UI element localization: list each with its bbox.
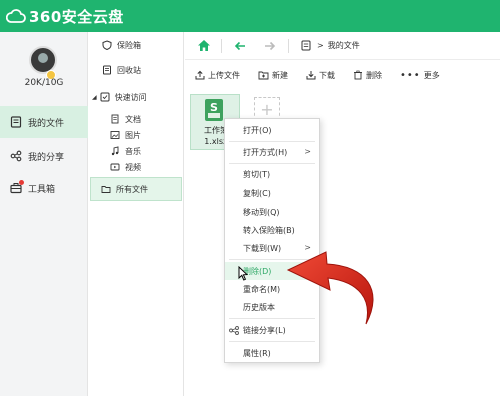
nav-item-my-shares[interactable]: 我的分享 [0, 140, 88, 172]
delete-label: 删除 [366, 70, 382, 80]
notification-dot [19, 180, 24, 185]
tree-item-quick-access[interactable]: ◢ 快速访问 [88, 88, 184, 106]
menu-item-label: 属性(R) [243, 348, 271, 358]
file-list-icon [10, 116, 22, 128]
nav-item-label: 我的分享 [28, 152, 65, 163]
file-list-icon [301, 40, 311, 51]
divider [288, 38, 289, 53]
folder-tree: 保险箱 回收站 ◢ 快速访问 文档 图片 音乐 视频 所有文件 [88, 32, 184, 396]
menu-item-label: 链接分享(L) [243, 325, 286, 335]
nav-item-my-files[interactable]: 我的文件 [0, 106, 88, 138]
recycle-bin-icon [102, 65, 112, 75]
arrow-left-icon [234, 41, 245, 50]
more-label: 更多 [423, 70, 440, 80]
tree-item-label: 所有文件 [116, 184, 148, 194]
breadcrumb-current[interactable]: 我的文件 [328, 40, 360, 51]
nav-item-label: 工具箱 [28, 184, 56, 195]
menu-item-copy[interactable]: 复制(C) [225, 184, 319, 202]
new-folder-icon [258, 70, 269, 80]
quick-access-icon [100, 92, 110, 102]
tree-item-label: 音乐 [125, 146, 141, 156]
music-icon [110, 146, 120, 156]
submenu-arrow-icon: > [304, 147, 311, 156]
menu-separator [229, 141, 315, 142]
plus-icon: + [260, 99, 274, 119]
spreadsheet-icon-letter: S [210, 100, 218, 114]
menu-separator [229, 341, 315, 342]
more-dots-icon: ••• [400, 69, 421, 81]
menu-item-open-with[interactable]: 打开方式(H) > [225, 143, 319, 161]
image-icon [110, 130, 120, 140]
annotation-arrow-icon [286, 251, 374, 325]
menu-item-move-to[interactable]: 移动到(Q) [225, 203, 319, 221]
tree-item-label: 回收站 [117, 65, 141, 75]
menu-item-label: 重命名(M) [243, 284, 281, 294]
app-logo: 360安全云盘 [6, 4, 124, 28]
tree-item-safe[interactable]: 保险箱 [88, 36, 184, 54]
menu-item-properties[interactable]: 属性(R) [225, 344, 319, 362]
home-icon [198, 40, 210, 51]
menu-item-label: 打开(O) [243, 125, 272, 135]
nav-item-toolbox[interactable]: 工具箱 [0, 172, 88, 204]
breadcrumb: > 我的文件 [301, 40, 360, 51]
divider [221, 38, 222, 53]
tree-item-label: 保险箱 [117, 40, 141, 50]
tree-item-videos[interactable]: 视频 [88, 158, 184, 176]
video-icon [110, 162, 120, 172]
trash-icon [353, 70, 363, 80]
menu-item-label: 打开方式(H) [243, 147, 288, 157]
tree-item-recycle-bin[interactable]: 回收站 [88, 61, 184, 79]
share-icon [10, 150, 22, 162]
safe-icon [102, 40, 112, 50]
title-bar: 360安全云盘 [0, 0, 500, 32]
menu-item-label: 历史版本 [243, 302, 275, 312]
menu-item-label: 移动到(Q) [243, 207, 280, 217]
action-bar: 上传文件 新建 下载 删除 ••• 更多 [185, 60, 500, 90]
menu-item-move-to-safe[interactable]: 转入保险箱(B) [225, 221, 319, 239]
delete-button[interactable]: 删除 [353, 70, 382, 81]
upload-icon [195, 70, 205, 80]
forward-button[interactable] [264, 41, 276, 51]
arrow-right-icon [265, 41, 276, 50]
menu-item-open[interactable]: 打开(O) [225, 121, 319, 139]
nav-toolbar: > 我的文件 [185, 32, 500, 60]
document-icon [110, 114, 120, 124]
tree-item-label: 图片 [125, 130, 141, 140]
cloud-icon [6, 9, 26, 23]
upload-button[interactable]: 上传文件 [195, 70, 240, 81]
more-button[interactable]: ••• 更多 [400, 70, 440, 81]
tree-item-label: 视频 [125, 162, 141, 172]
home-button[interactable] [197, 39, 211, 52]
back-button[interactable] [234, 41, 246, 51]
storage-quota: 20K/10G [24, 78, 64, 88]
mouse-cursor-icon [238, 266, 248, 281]
tree-item-all-files[interactable]: 所有文件 [90, 177, 182, 201]
new-button[interactable]: 新建 [258, 70, 288, 81]
menu-item-label: 下载到(W) [243, 243, 282, 253]
download-label: 下载 [319, 70, 335, 80]
link-share-icon [229, 326, 239, 335]
expand-triangle-icon[interactable]: ◢ [92, 94, 97, 101]
folder-icon [101, 184, 111, 194]
new-label: 新建 [272, 70, 288, 80]
tree-item-label: 文档 [125, 114, 141, 124]
breadcrumb-separator: > [317, 41, 324, 50]
menu-item-label: 转入保险箱(B) [243, 225, 295, 235]
menu-item-label: 剪切(T) [243, 169, 271, 179]
menu-item-cut[interactable]: 剪切(T) [225, 165, 319, 183]
nav-item-label: 我的文件 [28, 118, 65, 129]
upload-label: 上传文件 [208, 70, 240, 80]
menu-separator [229, 163, 315, 164]
left-nav: 20K/10G 我的文件 我的分享 工具箱 [0, 32, 88, 396]
tree-item-label: 快速访问 [114, 92, 147, 102]
download-icon [306, 70, 316, 80]
spreadsheet-icon: S [205, 99, 223, 121]
download-button[interactable]: 下载 [306, 70, 335, 81]
menu-item-label: 复制(C) [243, 188, 271, 198]
app-logo-text: 360安全云盘 [29, 7, 124, 26]
context-menu: 打开(O) 打开方式(H) > 剪切(T) 复制(C) 移动到(Q) 转入保险箱(… [224, 118, 320, 363]
